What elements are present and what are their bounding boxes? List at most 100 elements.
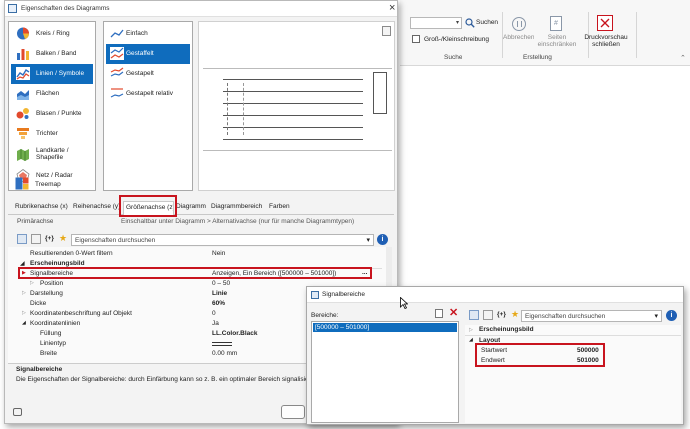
ribbon-collapse-icon[interactable]: ⌃: [680, 54, 686, 62]
bar-chart-icon: [17, 49, 29, 60]
info-icon[interactable]: i: [666, 310, 677, 321]
description-title: Signalbereiche: [16, 366, 63, 373]
popup-property-search-input[interactable]: Eigenschaften durchsuchen ▾: [521, 310, 662, 322]
property-key: Koordinatenbeschriftung auf Objekt: [30, 310, 132, 317]
property-search-input[interactable]: Eigenschaften durchsuchen ▾: [71, 234, 374, 246]
chevron-down-icon[interactable]: ▾: [456, 19, 459, 26]
search-placeholder: Eigenschaften durchsuchen: [75, 237, 156, 244]
chart-type-label: Linien / Symbole: [36, 70, 85, 77]
chart-subtype-list[interactable]: Einfach Gestaffelt Gestapelt Gestapelt r…: [103, 21, 193, 191]
line-simple-icon: [110, 29, 124, 38]
map-chart-icon: [17, 149, 29, 161]
chart-type-item[interactable]: Trichter: [11, 124, 93, 144]
tab-chart-area[interactable]: Diagrammbereich: [211, 201, 262, 213]
chart-preview: [198, 21, 395, 191]
property-row[interactable]: Resultierenden 0-Wert filtern Nein: [20, 249, 382, 259]
area-chart-icon: [17, 90, 29, 100]
preview-toggle-icon[interactable]: [382, 26, 391, 36]
group-divider: [465, 335, 681, 336]
chevron-down-icon: ◢: [22, 320, 26, 326]
popup-property-grid: ▷ Erscheinungsbild ◢ Layout Startwert 50…: [465, 325, 681, 423]
line-chart-icon: [16, 67, 30, 80]
ok-button[interactable]: [281, 405, 305, 419]
close-icon[interactable]: ×: [389, 2, 395, 14]
property-key: Breite: [40, 350, 57, 357]
ribbon: ▾ Suchen Groß-/Kleinschreibung Suche Abb…: [400, 0, 690, 66]
dialog-titlebar: Eigenschaften des Diagramms ×: [5, 1, 397, 17]
areas-label: Bereiche:: [311, 312, 339, 319]
line-staggered-icon: [110, 47, 124, 60]
tab-colors[interactable]: Farben: [269, 201, 290, 213]
chart-type-item-selected[interactable]: Linien / Symbole: [11, 64, 93, 84]
favorites-icon[interactable]: ★: [511, 309, 519, 320]
categorized-icon[interactable]: [17, 234, 27, 244]
subtype-item[interactable]: Gestapelt: [106, 64, 190, 84]
areas-list[interactable]: [500000 – 501000]: [311, 321, 459, 423]
property-value: Nein: [212, 250, 226, 257]
add-area-icon[interactable]: [435, 309, 443, 318]
cancel-icon-bars: [517, 21, 522, 27]
chart-type-item[interactable]: Flächen: [11, 84, 93, 104]
chart-type-item[interactable]: Kreis / Ring: [11, 24, 93, 44]
mouse-cursor-icon: [400, 297, 408, 309]
chevron-down-icon: ◢: [20, 261, 25, 267]
pages-button-label[interactable]: Seiten einschränken: [530, 34, 584, 48]
expand-all-icon[interactable]: {+}: [45, 235, 54, 242]
chart-type-label: Trichter: [36, 130, 58, 137]
sort-alpha-icon[interactable]: [483, 310, 493, 320]
bubble-chart-icon: [16, 108, 29, 119]
tab-strip-line: [8, 214, 394, 215]
group-appearance[interactable]: Erscheinungsbild: [479, 326, 534, 333]
property-group-key: Erscheinungsbild: [30, 260, 85, 267]
values-highlight: [475, 343, 605, 367]
delete-area-icon[interactable]: ✕: [449, 306, 458, 319]
chevron-right-icon[interactable]: ▷: [469, 327, 473, 333]
line-stacked-relative-icon: [110, 88, 124, 98]
close-preview-label-1: Druckvorschau: [584, 34, 628, 41]
preview-legend-box: [373, 72, 387, 114]
chevron-down-icon[interactable]: ▾: [366, 236, 370, 244]
chart-type-label: Flächen: [36, 90, 60, 97]
property-value: Ja: [212, 320, 219, 327]
chart-icon: [311, 291, 319, 299]
description-text: Die Eigenschaften der Signalbereiche: du…: [16, 376, 308, 383]
case-sensitive-checkbox[interactable]: [412, 35, 420, 43]
favorites-icon[interactable]: ★: [59, 233, 67, 244]
chart-type-label: Treemap: [35, 181, 61, 188]
close-preview-button[interactable]: Druckvorschau schließen: [582, 34, 630, 48]
subtype-label: Einfach: [126, 30, 148, 37]
chart-type-list[interactable]: Kreis / Ring Balken / Band Linien / Symb…: [8, 21, 96, 191]
hint-text: Einschaltbar unter Diagramm > Alternativ…: [121, 218, 355, 225]
help-icon[interactable]: [13, 408, 22, 416]
expand-all-icon[interactable]: {+}: [497, 311, 506, 318]
chart-type-item[interactable]: Blasen / Punkte: [11, 104, 93, 124]
treemap-item[interactable]: Treemap: [10, 175, 92, 190]
search-group-label: Suche: [444, 54, 463, 61]
popup-title: Signalbereiche: [322, 291, 366, 298]
pie-chart-icon: [17, 27, 29, 40]
subtype-label: Gestapelt relativ: [126, 90, 173, 97]
chart-type-item[interactable]: Landkarte / Shapefile: [11, 144, 93, 166]
chevron-down-icon[interactable]: ▾: [654, 312, 658, 320]
tab-y-axis[interactable]: Reihenachse (y): [73, 201, 120, 213]
property-key: Dicke: [30, 300, 47, 307]
tab-chart[interactable]: Diagramm: [176, 201, 206, 213]
subtype-item-selected[interactable]: Gestaffelt: [106, 44, 190, 64]
search-button[interactable]: Suchen: [464, 17, 504, 29]
create-group-label: Erstellung: [523, 54, 552, 61]
subtype-item[interactable]: Einfach: [106, 24, 190, 44]
tab-x-axis[interactable]: Rubrikenachse (x): [15, 201, 68, 213]
info-icon[interactable]: i: [377, 234, 388, 245]
search-combobox[interactable]: ▾: [410, 17, 462, 29]
sort-alpha-icon[interactable]: [31, 234, 41, 244]
app-icon: [8, 4, 17, 13]
case-sensitive-label: Groß-/Kleinschreibung: [424, 36, 490, 43]
property-key: Resultierenden 0-Wert filtern: [30, 250, 113, 257]
area-list-item-selected[interactable]: [500000 – 501000]: [313, 323, 457, 332]
property-key: Koordinatenlinien: [30, 320, 81, 327]
property-key: Darstellung: [30, 290, 63, 297]
categorized-icon[interactable]: [469, 310, 479, 320]
chart-type-item[interactable]: Balken / Band: [11, 44, 93, 64]
chevron-down-icon[interactable]: ◢: [469, 337, 473, 343]
subtype-item[interactable]: Gestapelt relativ: [106, 84, 190, 104]
